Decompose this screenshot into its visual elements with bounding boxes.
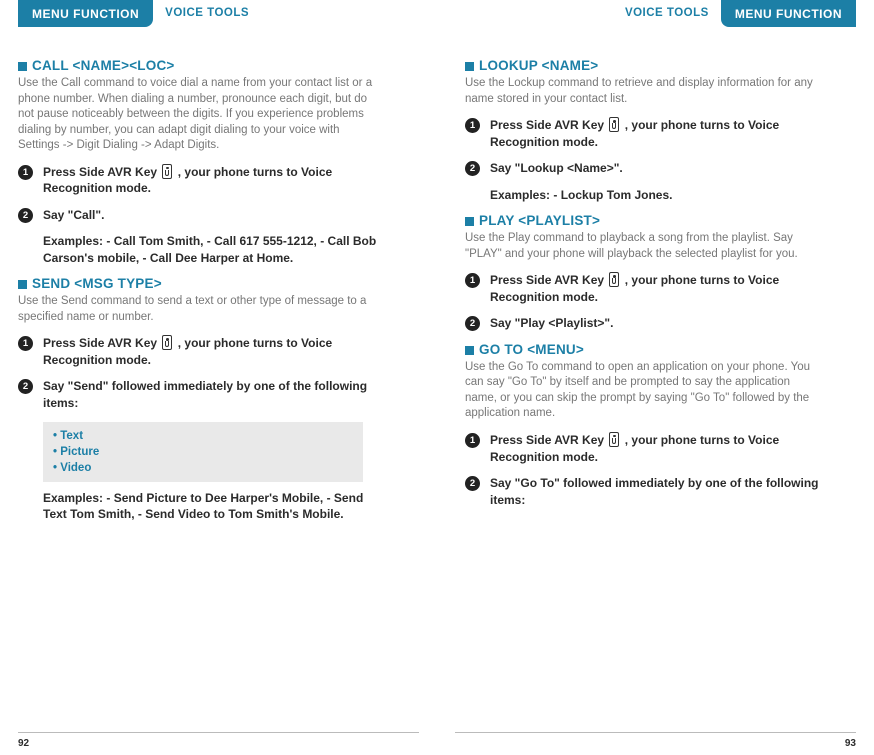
play-step-2: 2 Say "Play <Playlist>". <box>465 315 825 332</box>
step-text-a: Press Side AVR Key <box>490 118 607 132</box>
send-option-video: Video <box>53 460 353 476</box>
breadcrumb-voice-tools: VOICE TOOLS <box>153 0 261 19</box>
step-number-icon: 1 <box>465 273 480 288</box>
step-text-a: Press Side AVR Key <box>43 336 160 350</box>
goto-step-2: 2 Say "Go To" followed immediately by on… <box>465 475 825 508</box>
step-number-icon: 1 <box>465 433 480 448</box>
square-bullet-icon <box>18 280 27 289</box>
avr-key-icon <box>162 164 172 179</box>
section-send-head: SEND <MSG TYPE> <box>18 276 409 291</box>
square-bullet-icon <box>465 346 474 355</box>
call-step-2: 2 Say "Call". <box>18 207 378 224</box>
step-number-icon: 2 <box>18 379 33 394</box>
step-number-icon: 1 <box>18 336 33 351</box>
footer-rule <box>455 732 856 733</box>
header-left: MENU FUNCTION VOICE TOOLS <box>18 0 409 32</box>
lookup-step-2: 2 Say "Lookup <Name>". <box>465 160 825 177</box>
section-send-desc: Use the Send command to send a text or o… <box>18 294 378 325</box>
step-number-icon: 2 <box>465 476 480 491</box>
step-text-a: Press Side AVR Key <box>490 273 607 287</box>
send-step-2-text: Say "Send" followed immediately by one o… <box>43 378 378 411</box>
square-bullet-icon <box>465 62 474 71</box>
send-option-text: Text <box>53 428 353 444</box>
lookup-step-1-text: Press Side AVR Key , your phone turns to… <box>490 117 825 150</box>
menu-function-tab: MENU FUNCTION <box>18 0 153 27</box>
menu-function-tab: MENU FUNCTION <box>721 0 856 27</box>
section-lookup-title: LOOKUP <NAME> <box>479 58 598 73</box>
step-number-icon: 2 <box>18 208 33 223</box>
play-step-2-text: Say "Play <Playlist>". <box>490 315 613 332</box>
send-step-2: 2 Say "Send" followed immediately by one… <box>18 378 378 411</box>
section-play-title: PLAY <PLAYLIST> <box>479 213 600 228</box>
section-send-title: SEND <MSG TYPE> <box>32 276 162 291</box>
step-number-icon: 1 <box>18 165 33 180</box>
step-number-icon: 2 <box>465 316 480 331</box>
section-play-head: PLAY <PLAYLIST> <box>465 213 856 228</box>
footer-rule <box>18 732 419 733</box>
step-number-icon: 2 <box>465 161 480 176</box>
step-text-a: Press Side AVR Key <box>490 433 607 447</box>
play-step-1-text: Press Side AVR Key , your phone turns to… <box>490 272 825 305</box>
send-step-1: 1 Press Side AVR Key , your phone turns … <box>18 335 378 368</box>
section-call-desc: Use the Call command to voice dial a nam… <box>18 76 378 154</box>
square-bullet-icon <box>18 62 27 71</box>
goto-step-2-text: Say "Go To" followed immediately by one … <box>490 475 825 508</box>
section-lookup-head: LOOKUP <NAME> <box>465 58 856 73</box>
lookup-examples: Examples: - Lockup Tom Jones. <box>490 187 825 204</box>
lookup-step-2-text: Say "Lookup <Name>". <box>490 160 623 177</box>
avr-key-icon <box>162 335 172 350</box>
page-number-left: 92 <box>18 738 29 749</box>
send-option-picture: Picture <box>53 444 353 460</box>
section-play-desc: Use the Play command to playback a song … <box>465 231 825 262</box>
page-number-right: 93 <box>845 738 856 749</box>
send-examples: Examples: - Send Picture to Dee Harper's… <box>43 490 378 523</box>
breadcrumb-voice-tools: VOICE TOOLS <box>613 0 721 19</box>
play-step-1: 1 Press Side AVR Key , your phone turns … <box>465 272 825 305</box>
section-goto-desc: Use the Go To command to open an applica… <box>465 360 825 422</box>
send-options-box: Text Picture Video <box>43 422 363 482</box>
square-bullet-icon <box>465 217 474 226</box>
step-number-icon: 1 <box>465 118 480 133</box>
lookup-step-1: 1 Press Side AVR Key , your phone turns … <box>465 117 825 150</box>
avr-key-icon <box>609 272 619 287</box>
section-call-title: CALL <NAME><LOC> <box>32 58 174 73</box>
section-goto-head: GO TO <MENU> <box>465 342 856 357</box>
avr-key-icon <box>609 117 619 132</box>
avr-key-icon <box>609 432 619 447</box>
step-text-a: Press Side AVR Key <box>43 165 160 179</box>
goto-step-1: 1 Press Side AVR Key , your phone turns … <box>465 432 825 465</box>
section-call-head: CALL <NAME><LOC> <box>18 58 409 73</box>
send-step-1-text: Press Side AVR Key , your phone turns to… <box>43 335 378 368</box>
section-lookup-desc: Use the Lockup command to retrieve and d… <box>465 76 825 107</box>
section-goto-title: GO TO <MENU> <box>479 342 584 357</box>
page-right: VOICE TOOLS MENU FUNCTION LOOKUP <NAME> … <box>437 0 874 755</box>
call-step-1: 1 Press Side AVR Key , your phone turns … <box>18 164 378 197</box>
call-examples: Examples: - Call Tom Smith, - Call 617 5… <box>43 233 378 266</box>
goto-step-1-text: Press Side AVR Key , your phone turns to… <box>490 432 825 465</box>
header-right: VOICE TOOLS MENU FUNCTION <box>465 0 856 32</box>
call-step-1-text: Press Side AVR Key , your phone turns to… <box>43 164 378 197</box>
call-step-2-text: Say "Call". <box>43 207 104 224</box>
page-spread: MENU FUNCTION VOICE TOOLS CALL <NAME><LO… <box>0 0 874 755</box>
page-left: MENU FUNCTION VOICE TOOLS CALL <NAME><LO… <box>0 0 437 755</box>
